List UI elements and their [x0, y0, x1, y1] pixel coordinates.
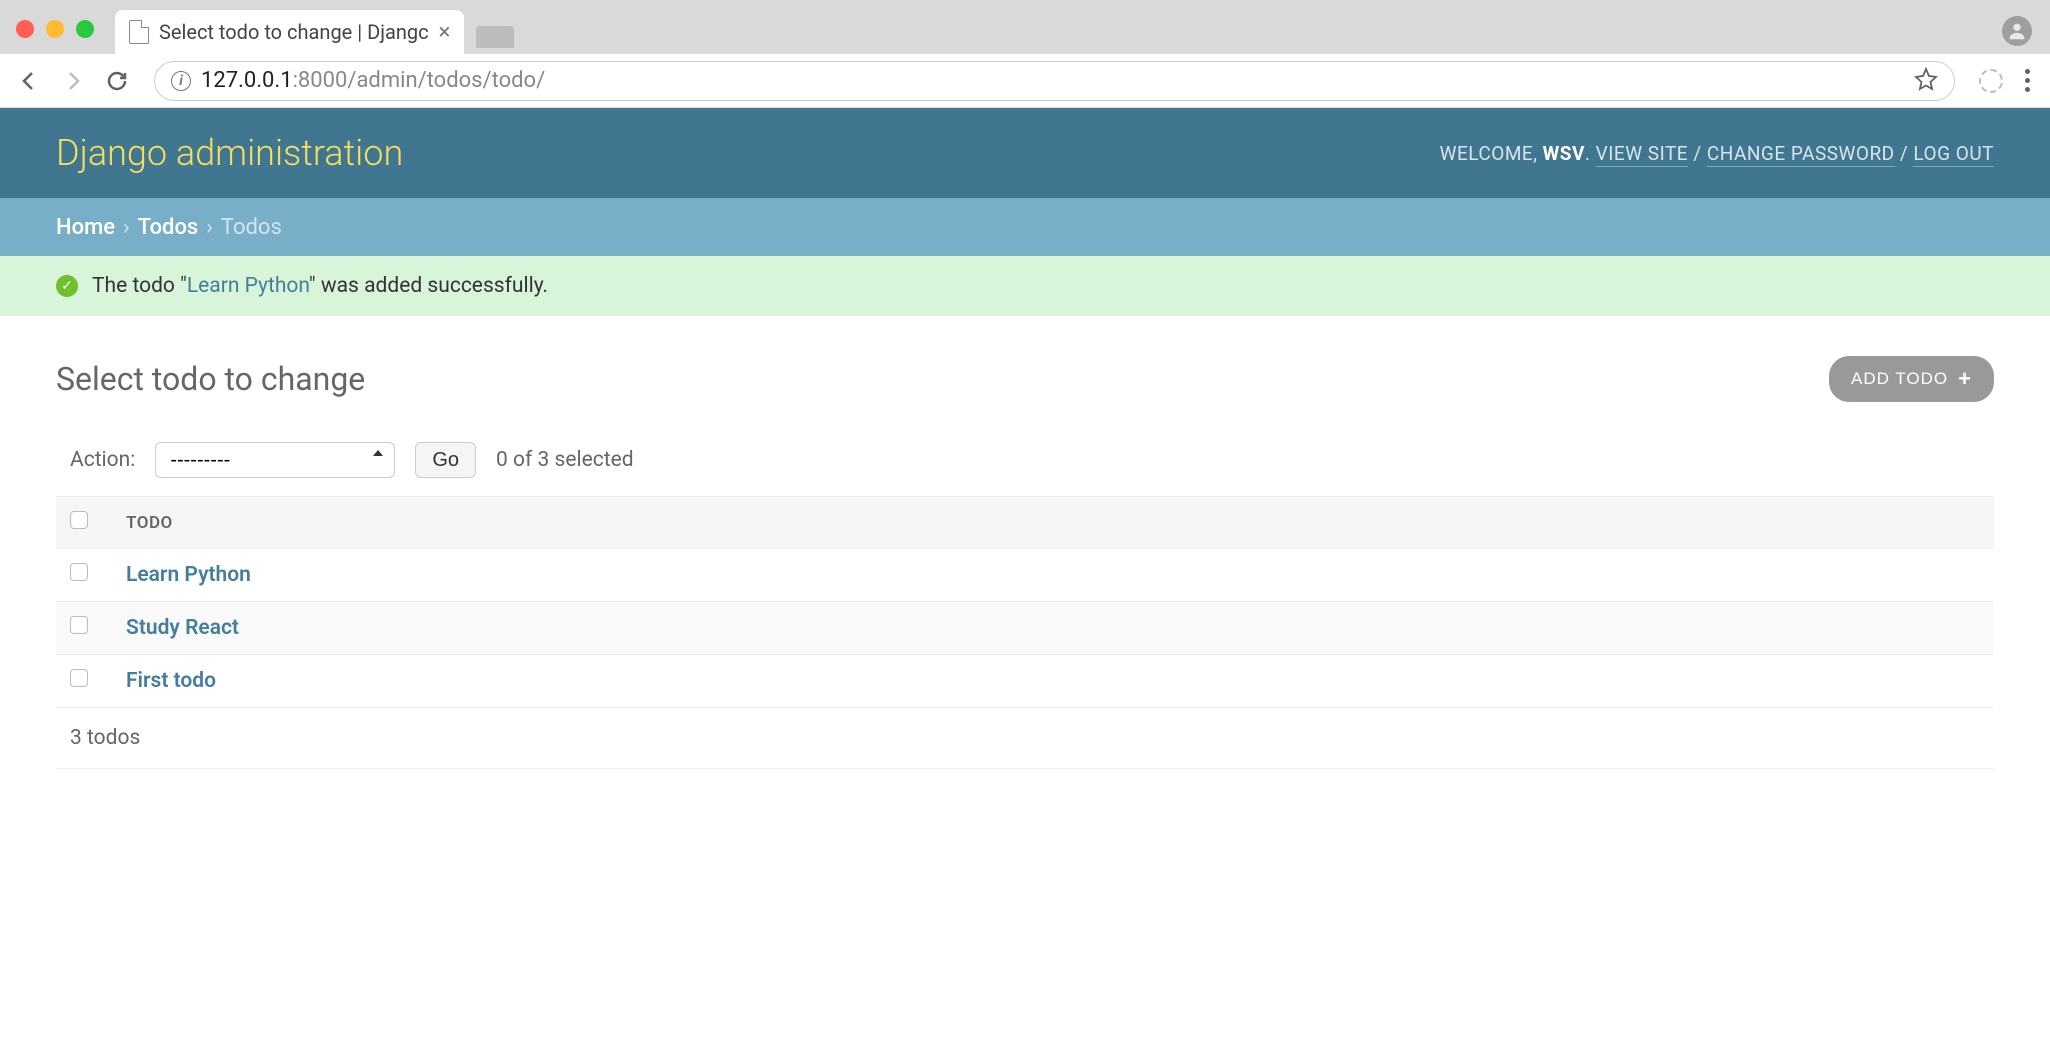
window-maximize-icon[interactable]	[76, 20, 94, 38]
row-checkbox[interactable]	[70, 669, 88, 687]
check-icon: ✓	[56, 275, 78, 297]
profile-icon[interactable]	[2002, 16, 2032, 46]
admin-header: Django administration WELCOME, WSV. VIEW…	[0, 108, 2050, 198]
bookmark-star-icon[interactable]	[1914, 67, 1938, 95]
add-button-label: ADD TODO	[1851, 369, 1948, 389]
results-table: TODO Learn Python Study React First todo	[56, 496, 1994, 708]
user-links: WELCOME, WSV. VIEW SITE / CHANGE PASSWOR…	[1440, 142, 1994, 165]
success-message: ✓ The todo "Learn Python" was added succ…	[0, 256, 2050, 316]
url-text: 127.0.0.1:8000/admin/todos/todo/	[201, 68, 545, 93]
new-tab-button[interactable]	[476, 26, 514, 48]
browser-tab[interactable]: Select todo to change | Djangc ×	[115, 10, 464, 54]
row-checkbox[interactable]	[70, 563, 88, 581]
plus-icon: +	[1958, 366, 1972, 392]
row-link[interactable]: Study React	[126, 616, 239, 640]
browser-menu-icon[interactable]	[2021, 65, 2034, 96]
message-object-link[interactable]: Learn Python	[187, 274, 309, 298]
extension-icon[interactable]	[1979, 69, 2003, 93]
selection-count: 0 of 3 selected	[496, 448, 634, 472]
action-select[interactable]: ---------	[155, 442, 395, 478]
reload-button[interactable]	[104, 68, 130, 94]
page-favicon-icon	[129, 20, 149, 44]
table-row: First todo	[56, 655, 1994, 708]
address-bar[interactable]: i 127.0.0.1:8000/admin/todos/todo/	[154, 61, 1955, 101]
content-header: Select todo to change ADD TODO +	[56, 356, 1994, 402]
logout-link[interactable]: LOG OUT	[1913, 142, 1994, 167]
message-text: The todo "Learn Python" was added succes…	[92, 274, 548, 298]
browser-toolbar: i 127.0.0.1:8000/admin/todos/todo/	[0, 54, 2050, 108]
action-label: Action:	[70, 448, 135, 472]
breadcrumb: Home › Todos › Todos	[0, 198, 2050, 256]
table-row: Study React	[56, 602, 1994, 655]
page-title: Select todo to change	[56, 360, 365, 398]
close-tab-icon[interactable]: ×	[439, 20, 451, 45]
username: WSV	[1543, 142, 1585, 165]
window-close-icon[interactable]	[16, 20, 34, 38]
breadcrumb-sep-icon: ›	[206, 215, 213, 240]
change-password-link[interactable]: CHANGE PASSWORD	[1707, 142, 1895, 167]
welcome-text: WELCOME,	[1440, 142, 1543, 165]
select-all-checkbox[interactable]	[70, 511, 88, 529]
row-checkbox[interactable]	[70, 616, 88, 634]
table-row: Learn Python	[56, 549, 1994, 602]
breadcrumb-current: Todos	[221, 215, 282, 240]
paginator: 3 todos	[56, 708, 1994, 769]
breadcrumb-home[interactable]: Home	[56, 215, 115, 240]
breadcrumb-app[interactable]: Todos	[138, 215, 199, 240]
row-link[interactable]: First todo	[126, 669, 216, 693]
content: Select todo to change ADD TODO + Action:…	[0, 316, 2050, 809]
row-link[interactable]: Learn Python	[126, 563, 251, 587]
window-minimize-icon[interactable]	[46, 20, 64, 38]
window-controls	[16, 20, 94, 38]
add-todo-button[interactable]: ADD TODO +	[1829, 356, 1994, 402]
go-button[interactable]: Go	[415, 442, 476, 478]
column-header-todo[interactable]: TODO	[112, 497, 1994, 549]
back-button[interactable]	[16, 68, 42, 94]
forward-button[interactable]	[60, 68, 86, 94]
site-title: Django administration	[56, 132, 403, 174]
view-site-link[interactable]: VIEW SITE	[1596, 142, 1688, 167]
breadcrumb-sep-icon: ›	[123, 215, 130, 240]
action-bar: Action: --------- Go 0 of 3 selected	[56, 442, 1994, 496]
site-info-icon[interactable]: i	[171, 71, 191, 91]
tab-title: Select todo to change | Djangc	[159, 20, 429, 44]
browser-tab-bar: Select todo to change | Djangc ×	[0, 0, 2050, 54]
